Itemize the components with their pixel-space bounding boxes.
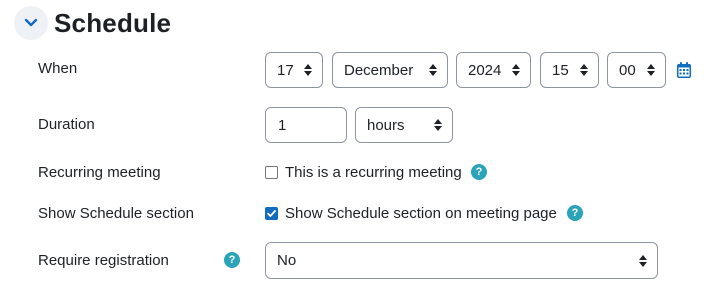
select-caret-icon (434, 119, 442, 131)
section-title: Schedule (54, 7, 172, 38)
duration-unit-select[interactable]: hours (355, 107, 453, 143)
day-value: 17 (277, 61, 294, 79)
registration-label: Require registration (38, 252, 169, 269)
duration-input[interactable]: 1 (265, 107, 347, 143)
duration-label: Duration (38, 116, 95, 133)
year-value: 2024 (468, 61, 502, 79)
hour-value: 15 (552, 61, 569, 79)
month-value: December (344, 61, 414, 79)
recurring-checkbox-label[interactable]: This is a recurring meeting (285, 164, 462, 181)
recurring-help-icon[interactable]: ? (471, 164, 487, 180)
show-schedule-checkbox[interactable] (265, 207, 278, 220)
chevron-down-icon (24, 18, 38, 27)
select-caret-icon (639, 254, 647, 267)
month-select[interactable]: December (332, 52, 448, 88)
show-schedule-label: Show Schedule section (38, 205, 194, 222)
section-header: Schedule (14, 4, 171, 42)
calendar-icon[interactable] (677, 62, 691, 78)
duration-value: 1 (278, 116, 287, 134)
minute-select[interactable]: 00 (607, 52, 666, 88)
recurring-checkbox[interactable] (265, 166, 278, 179)
registration-help-icon[interactable]: ? (224, 252, 240, 268)
year-select[interactable]: 2024 (456, 52, 531, 88)
hour-select[interactable]: 15 (540, 52, 599, 88)
checkmark-icon (267, 210, 276, 217)
select-caret-icon (647, 64, 655, 76)
collapse-toggle-button[interactable] (14, 6, 48, 40)
show-schedule-checkbox-label[interactable]: Show Schedule section on meeting page (285, 205, 557, 222)
select-caret-icon (304, 64, 312, 76)
show-schedule-checkbox-row: Show Schedule section on meeting page (265, 205, 557, 222)
registration-select[interactable]: No (265, 242, 658, 279)
recurring-label: Recurring meeting (38, 164, 161, 181)
duration-unit-value: hours (367, 116, 405, 134)
registration-value: No (277, 252, 297, 269)
select-caret-icon (580, 64, 588, 76)
select-caret-icon (429, 64, 437, 76)
recurring-checkbox-row: This is a recurring meeting (265, 164, 462, 181)
day-select[interactable]: 17 (265, 52, 323, 88)
select-caret-icon (512, 64, 520, 76)
minute-value: 00 (619, 61, 636, 79)
when-label: When (38, 60, 78, 77)
show-schedule-help-icon[interactable]: ? (567, 205, 583, 221)
